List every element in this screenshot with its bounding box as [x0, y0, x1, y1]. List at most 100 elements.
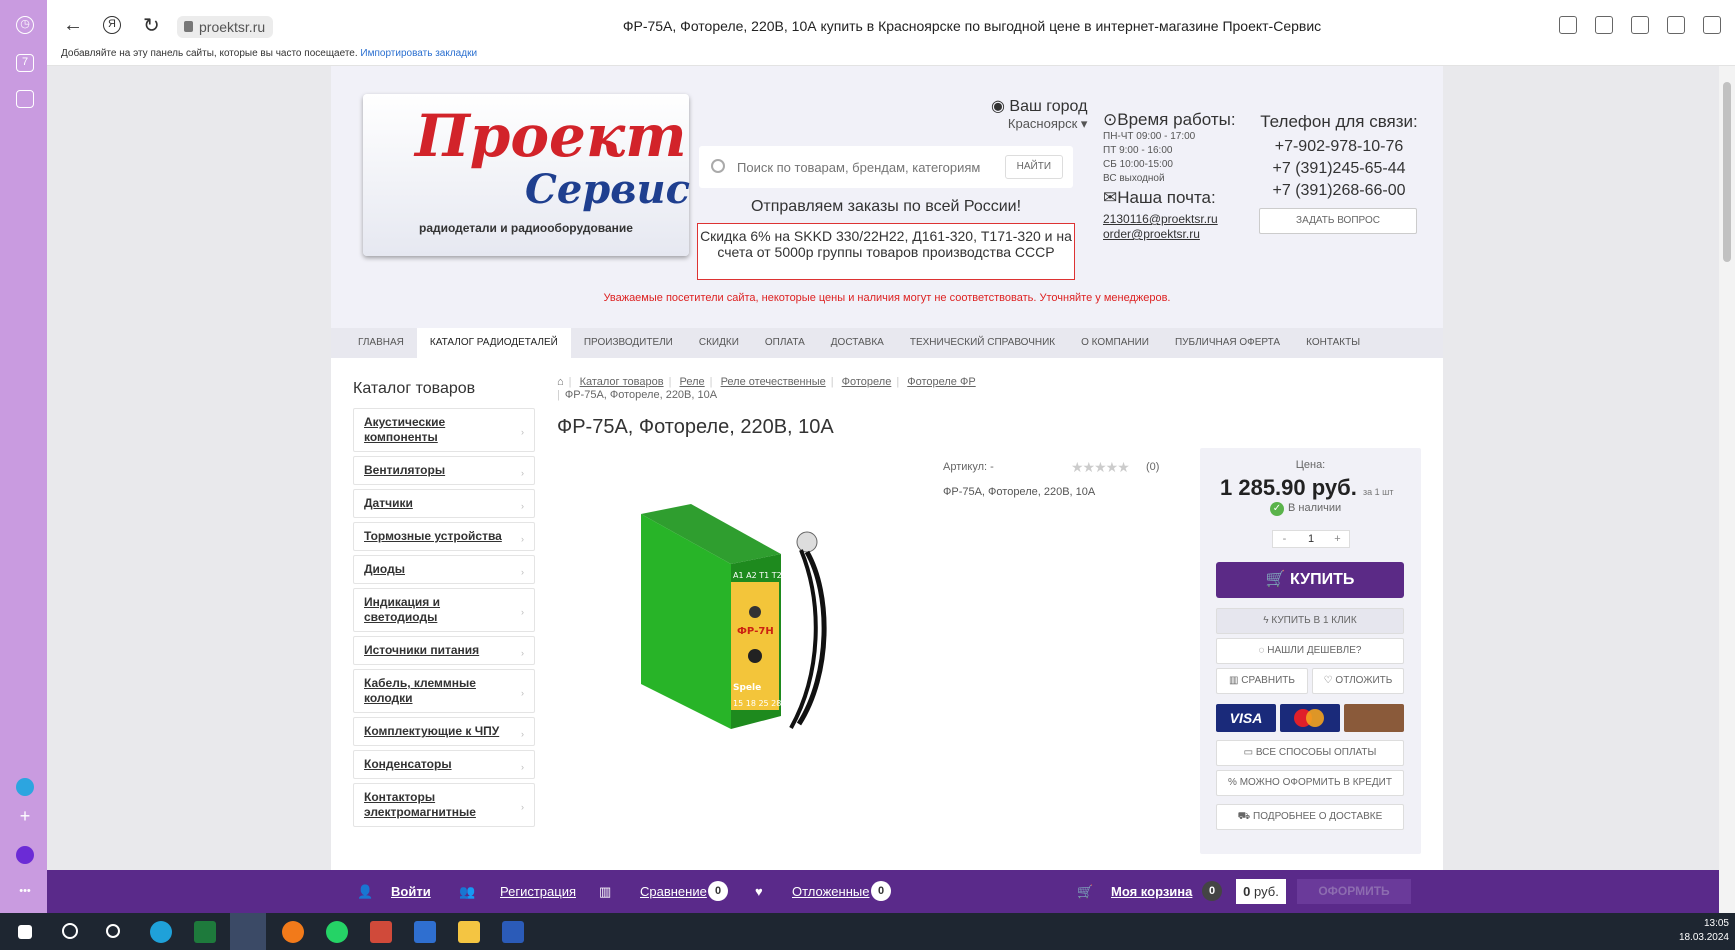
review-count[interactable]: (0) [1146, 461, 1159, 473]
edge-icon[interactable] [150, 921, 172, 943]
credit-button[interactable]: % МОЖНО ОФОРМИТЬ В КРЕДИТ [1216, 770, 1404, 796]
catalog-item[interactable]: Диоды › [353, 555, 535, 584]
menu-item-discounts[interactable]: СКИДКИ [686, 328, 752, 358]
yandex-icon[interactable]: Я [103, 16, 121, 34]
catalog-item[interactable]: Датчики › [353, 489, 535, 518]
vpn-icon[interactable] [1559, 16, 1577, 34]
menu-item-home[interactable]: ГЛАВНАЯ [345, 328, 417, 358]
chevron-right-icon: › [521, 647, 524, 658]
check-icon: ✓ [1270, 502, 1284, 516]
breadcrumb-link[interactable]: Фотореле ФР [907, 376, 975, 388]
menu-item-reference[interactable]: ТЕХНИЧЕСКИЙ СПРАВОЧНИК [897, 328, 1068, 358]
menu-item-catalog[interactable]: КАТАЛОГ РАДИОДЕТАЛЕЙ [416, 328, 571, 358]
calendar-badge[interactable]: 7 [16, 54, 34, 72]
login-link[interactable]: Войти [391, 884, 431, 899]
excel-icon[interactable] [194, 921, 216, 943]
register-link[interactable]: Регистрация [500, 884, 576, 899]
hours-line: ВС выходной [1103, 173, 1165, 184]
defer-button[interactable]: ♡ ОТЛОЖИТЬ [1312, 668, 1404, 694]
address-bar[interactable]: proektsr.ru [177, 16, 274, 38]
breadcrumb-link[interactable]: Фотореле [842, 376, 892, 388]
menu-item-delivery[interactable]: ДОСТАВКА [818, 328, 897, 358]
city-selector[interactable]: ◉ Ваш город Красноярск ▾ [991, 96, 1087, 132]
product-image[interactable]: A1 A2 T1 T2 ФР-7Н Spele 15 18 25 28 [631, 484, 831, 734]
menu-item-contacts[interactable]: КОНТАКТЫ [1293, 328, 1373, 358]
breadcrumb-link[interactable]: Каталог товаров [580, 376, 664, 388]
ask-question-button[interactable]: ЗАДАТЬ ВОПРОС [1259, 208, 1417, 234]
rating-stars[interactable]: ★★★★★ [1071, 459, 1130, 476]
payment-methods-button[interactable]: ▭ ВСЕ СПОСОБЫ ОПЛАТЫ [1216, 740, 1404, 766]
buy-button[interactable]: 🛒 КУПИТЬ [1216, 562, 1404, 598]
scroll-thumb[interactable] [1723, 82, 1731, 262]
catalog-item[interactable]: Комплектующие к ЧПУ › [353, 717, 535, 746]
qty-value[interactable]: 1 [1296, 531, 1326, 547]
catalog-item[interactable]: Индикация и светодиоды › [353, 588, 535, 632]
telegram-icon[interactable] [16, 778, 34, 796]
terminal-labels-bottom: 15 18 25 28 [733, 699, 781, 708]
import-bookmarks-link[interactable]: Импортировать закладки [360, 48, 477, 59]
history-icon[interactable]: ◷ [16, 16, 34, 34]
catalog-item[interactable]: Акустические компоненты › [353, 408, 535, 452]
qty-plus-button[interactable]: + [1326, 531, 1349, 547]
extension-icon[interactable] [1667, 16, 1685, 34]
quantity-stepper[interactable]: - 1 + [1272, 530, 1350, 548]
menu-item-manufacturers[interactable]: ПРОИЗВОДИТЕЛИ [571, 328, 686, 358]
reload-icon[interactable]: ↻ [143, 13, 160, 38]
city-value[interactable]: Красноярск ▾ [991, 116, 1088, 132]
phone-number[interactable]: +7-902-978-10-76 [1259, 136, 1419, 158]
breadcrumb-link[interactable]: Реле отечественные [721, 376, 826, 388]
email-link[interactable]: order@proektsr.ru [1103, 227, 1243, 242]
clock-time: 13:05 [1703, 918, 1729, 929]
yandex-browser-taskbar-icon[interactable] [230, 913, 266, 950]
qty-minus-button[interactable]: - [1273, 531, 1296, 547]
page-scrollbar[interactable] [1719, 66, 1735, 913]
one-click-buy-button[interactable]: ϟ КУПИТЬ В 1 КЛИК [1216, 608, 1404, 634]
deferred-link[interactable]: Отложенные [792, 884, 869, 899]
catalog-item[interactable]: Контакторы электромагнитные › [353, 783, 535, 827]
more-icon[interactable]: ••• [16, 884, 34, 902]
chart-icon: ▥ [1229, 675, 1239, 686]
search-taskbar-icon[interactable] [62, 923, 78, 939]
device-label: ФР-7Н [737, 626, 774, 637]
menu-item-offer[interactable]: ПУБЛИЧНАЯ ОФЕРТА [1162, 328, 1293, 358]
catalog-item[interactable]: Источники питания › [353, 636, 535, 665]
phone-number[interactable]: +7 (391)245-65-44 [1259, 158, 1419, 180]
catalog-item[interactable]: Тормозные устройства › [353, 522, 535, 551]
add-panel-icon[interactable]: + [16, 807, 34, 826]
bookmark-icon[interactable] [1595, 16, 1613, 34]
cortana-icon[interactable] [106, 924, 120, 938]
cart-link[interactable]: Моя корзина [1111, 884, 1192, 899]
compare-button[interactable]: ▥ СРАВНИТЬ [1216, 668, 1308, 694]
archive-icon[interactable] [414, 921, 436, 943]
menu-item-payment[interactable]: ОПЛАТА [752, 328, 818, 358]
reader-icon[interactable] [1631, 16, 1649, 34]
downloads-icon[interactable] [1703, 16, 1721, 34]
found-cheaper-button[interactable]: ◌ НАШЛИ ДЕШЕВЛЕ? [1216, 638, 1404, 664]
compare-link[interactable]: Сравнение [640, 884, 707, 899]
price: 1 285.90 руб. за 1 шт [1220, 475, 1394, 500]
system-clock[interactable]: 13:05 18.03.2024 [1679, 917, 1729, 945]
site-logo[interactable]: Проект Сервис радиодетали и радиооборудо… [363, 94, 690, 256]
whatsapp-icon[interactable] [326, 921, 348, 943]
email-link[interactable]: 2130116@proektsr.ru [1103, 212, 1243, 227]
search-button[interactable]: НАЙТИ [1004, 155, 1063, 179]
archive-icon[interactable] [370, 921, 392, 943]
alice-icon[interactable] [16, 846, 34, 864]
windows-start-icon[interactable] [18, 925, 32, 939]
search-input[interactable] [737, 156, 997, 178]
phone-number[interactable]: +7 (391)268-66-00 [1259, 180, 1419, 202]
catalog-item[interactable]: Конденсаторы › [353, 750, 535, 779]
breadcrumb-link[interactable]: Реле [680, 376, 705, 388]
delivery-info-button[interactable]: ⛟ ПОДРОБНЕЕ О ДОСТАВКЕ [1216, 804, 1404, 830]
firefox-icon[interactable] [282, 921, 304, 943]
home-icon[interactable]: ⌂ [557, 376, 564, 388]
back-arrow-icon[interactable]: ← [63, 14, 83, 37]
word-icon[interactable] [502, 921, 524, 943]
folder-icon[interactable] [458, 921, 480, 943]
catalog-item[interactable]: Кабель, клеммные колодки › [353, 669, 535, 713]
catalog-item[interactable]: Вентиляторы › [353, 456, 535, 485]
checkout-button[interactable]: ОФОРМИТЬ [1297, 879, 1411, 904]
menu-item-about[interactable]: О КОМПАНИИ [1068, 328, 1162, 358]
chevron-right-icon: › [521, 761, 524, 772]
collections-icon[interactable] [16, 90, 34, 108]
